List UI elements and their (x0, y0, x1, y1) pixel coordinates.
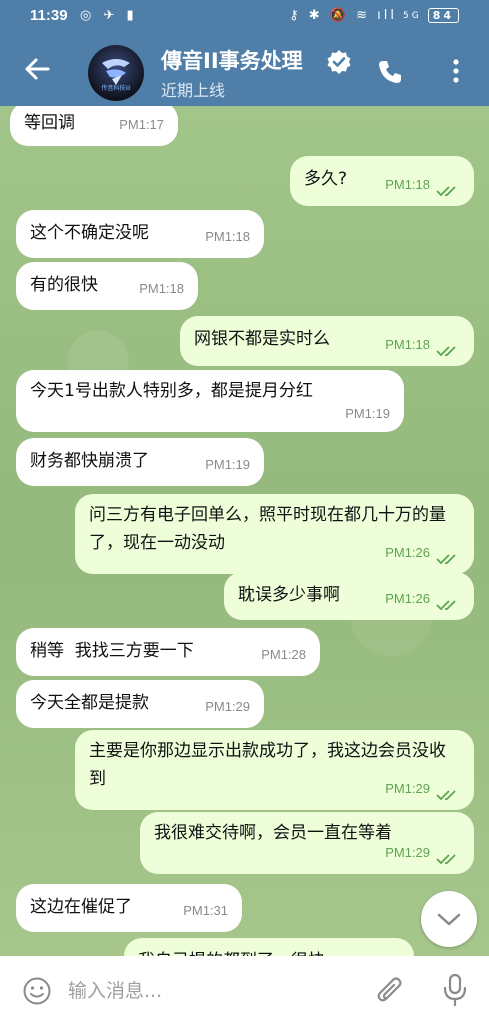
chat-title[interactable]: 傳音II事务处理 (161, 45, 303, 75)
message-bubble[interactable]: 有的很快 PM1:18 (16, 262, 198, 310)
read-checkmarks-icon (436, 600, 456, 611)
status-bar: 11:39 ◎ ✈ ▮ ⚷ ✱ 🔕 ≋ ıll 5G 84 (0, 0, 489, 34)
message-bubble[interactable]: 我很难交待啊，会员一直在等着 PM1:29 (140, 812, 474, 874)
message-time: PM1:18 (385, 337, 430, 352)
message-time: PM1:29 (205, 699, 250, 714)
message-bubble[interactable]: 稍等 我找三方要一下 PM1:28 (16, 628, 320, 676)
message-bubble[interactable]: 问三方有电子回单么，照平时现在都几十万的量了，现在一动没动 PM1:26 (75, 494, 474, 574)
avatar-text: 传音科技III (101, 85, 131, 92)
message-text: 我自己提的都到了，很快 (138, 947, 400, 956)
avatar[interactable]: 传音科技III (88, 45, 144, 101)
message-input-bar (0, 956, 489, 1023)
microphone-icon[interactable] (440, 972, 470, 1008)
message-bubble[interactable]: 耽误多少事啊 PM1:26 (224, 572, 474, 620)
message-time: PM1:31 (183, 903, 228, 918)
message-bubble[interactable]: 主要是你那边显示出款成功了，我这边会员没收到 PM1:29 (75, 730, 474, 810)
message-input[interactable] (68, 974, 358, 1008)
read-checkmarks-icon (436, 346, 456, 357)
status-time: 11:39 (30, 7, 68, 24)
message-bubble[interactable]: 等回调 PM1:17 (10, 106, 178, 146)
more-options-icon[interactable] (444, 56, 468, 86)
notification-icons: ◎ ✈ ▮ (80, 8, 138, 23)
message-time: PM1:18 (385, 177, 430, 192)
read-checkmarks-icon (436, 790, 456, 801)
message-time: PM1:29 (385, 845, 430, 860)
message-bubble[interactable]: 这边在催促了 PM1:31 (16, 884, 242, 932)
message-bubble[interactable]: 我自己提的都到了，很快 (124, 938, 414, 956)
battery-icon: 84 (427, 8, 459, 23)
read-checkmarks-icon (436, 854, 456, 865)
message-time: PM1:19 (205, 457, 250, 472)
scroll-to-bottom-button[interactable] (421, 891, 477, 947)
message-time: PM1:19 (345, 406, 390, 421)
chat-header: 传音科技III 傳音II事务处理 近期上线 (0, 34, 489, 106)
message-time: PM1:29 (385, 781, 430, 796)
avatar-logo-icon (102, 59, 130, 85)
message-list[interactable]: 等回调 PM1:17 多久? PM1:18 这个不确定没呢 PM1:18 有的很… (0, 106, 489, 956)
message-time: PM1:18 (205, 229, 250, 244)
message-bubble[interactable]: 多久? PM1:18 (290, 156, 474, 206)
message-time: PM1:17 (119, 117, 164, 132)
message-bubble[interactable]: 今天1号出款人特别多，都是提月分红 PM1:19 (16, 370, 404, 432)
emoji-icon[interactable] (22, 976, 52, 1006)
message-bubble[interactable]: 财务都快崩溃了 PM1:19 (16, 438, 264, 486)
message-time: PM1:26 (385, 591, 430, 606)
system-icons: ⚷ ✱ 🔕 ≋ ıll 5G 84 (289, 8, 459, 23)
message-bubble[interactable]: 今天全都是提款 PM1:29 (16, 680, 264, 728)
read-checkmarks-icon (436, 554, 456, 565)
phone-icon[interactable] (376, 58, 404, 86)
paperclip-icon[interactable] (375, 974, 405, 1006)
chat-status: 近期上线 (161, 81, 226, 100)
back-arrow-icon[interactable] (22, 54, 52, 84)
network-type: 5G (402, 10, 422, 21)
message-text: 今天1号出款人特别多，都是提月分红 (30, 381, 313, 401)
message-bubble[interactable]: 网银不都是实时么 PM1:18 (180, 316, 474, 366)
message-time: PM1:18 (139, 281, 184, 296)
message-time: PM1:26 (385, 545, 430, 560)
read-checkmarks-icon (436, 186, 456, 197)
system-status-icons: ⚷ ✱ 🔕 ≋ ıll (289, 8, 397, 23)
verified-badge-icon (327, 50, 351, 74)
chevron-down-icon (437, 913, 461, 926)
message-time: PM1:28 (261, 647, 306, 662)
message-bubble[interactable]: 这个不确定没呢 PM1:18 (16, 210, 264, 258)
